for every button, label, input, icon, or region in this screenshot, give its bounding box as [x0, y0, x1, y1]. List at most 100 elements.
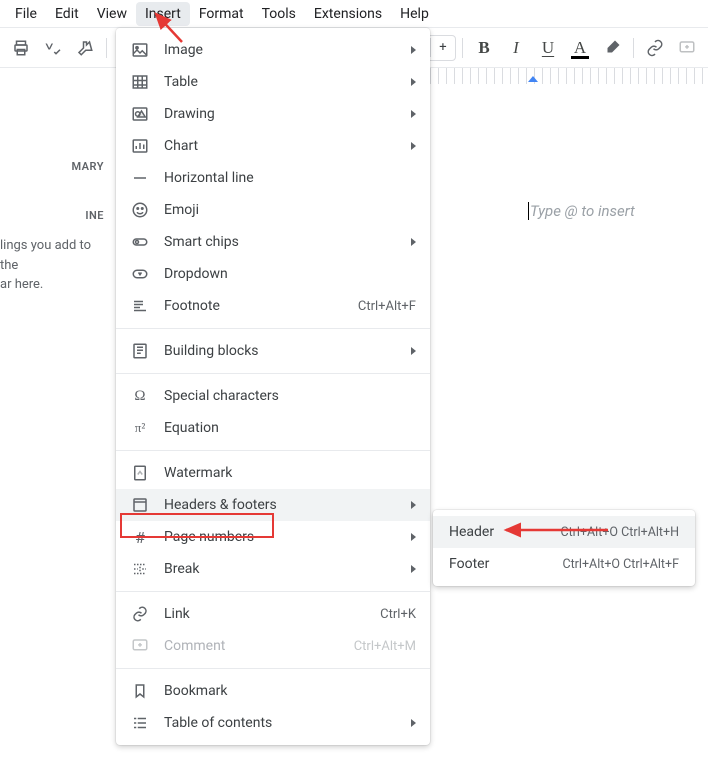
image-icon — [130, 40, 150, 60]
smart-chips-icon — [130, 232, 150, 252]
menu-extensions[interactable]: Extensions — [305, 2, 391, 26]
menu-item-label: Break — [164, 561, 403, 577]
menu-item-label: Watermark — [164, 465, 416, 481]
submenu-label: Header — [449, 524, 560, 540]
menu-item-label: Dropdown — [164, 266, 416, 282]
chevron-right-icon — [411, 238, 416, 246]
menu-item-label: Smart chips — [164, 234, 403, 250]
menu-file[interactable]: File — [6, 2, 46, 26]
menu-item-footnote[interactable]: Footnote Ctrl+Alt+F — [116, 290, 430, 322]
menu-item-dropdown[interactable]: Dropdown — [116, 258, 430, 290]
menu-item-watermark[interactable]: Watermark — [116, 457, 430, 489]
menu-item-label: Footnote — [164, 298, 358, 314]
menu-separator — [116, 373, 430, 374]
text-color-button[interactable]: A — [565, 33, 595, 63]
menu-item-image[interactable]: Image — [116, 34, 430, 66]
submenu-shortcut: Ctrl+Alt+O Ctrl+Alt+H — [560, 525, 679, 540]
menu-item-bookmark[interactable]: Bookmark — [116, 675, 430, 707]
headers-footers-icon — [130, 495, 150, 515]
chevron-right-icon — [411, 347, 416, 355]
menu-item-label: Page numbers — [164, 529, 403, 545]
chevron-right-icon — [411, 78, 416, 86]
chevron-right-icon — [411, 533, 416, 541]
menu-item-break[interactable]: Break — [116, 553, 430, 585]
menu-insert[interactable]: Insert — [136, 2, 190, 26]
menu-item-label: Drawing — [164, 106, 403, 122]
menu-item-label: Table — [164, 74, 403, 90]
summary-heading: MARY — [0, 160, 108, 173]
chevron-right-icon — [411, 501, 416, 509]
page-numbers-icon: # — [130, 527, 150, 547]
outline-heading: INE — [0, 209, 108, 222]
menu-edit[interactable]: Edit — [46, 2, 88, 26]
footnote-icon — [130, 296, 150, 316]
menu-item-label: Special characters — [164, 388, 416, 404]
document-page[interactable]: Type @ to insert — [430, 90, 708, 770]
bold-button[interactable]: B — [469, 33, 499, 63]
menu-item-label: Bookmark — [164, 683, 416, 699]
paint-format-icon[interactable] — [70, 33, 100, 63]
toolbar-separator — [106, 38, 107, 58]
emoji-icon — [130, 200, 150, 220]
chevron-right-icon — [411, 142, 416, 150]
menu-shortcut: Ctrl+Alt+F — [358, 299, 416, 314]
print-icon[interactable] — [6, 33, 36, 63]
chevron-right-icon — [411, 719, 416, 727]
menu-format[interactable]: Format — [190, 2, 253, 26]
menu-item-special-characters[interactable]: Ω Special characters — [116, 380, 430, 412]
equation-icon: π² — [130, 418, 150, 438]
toc-icon — [130, 713, 150, 733]
chevron-right-icon — [411, 110, 416, 118]
highlight-button[interactable] — [597, 33, 627, 63]
menu-shortcut: Ctrl+K — [380, 607, 416, 622]
menu-tools[interactable]: Tools — [253, 2, 305, 26]
submenu-item-header[interactable]: Header Ctrl+Alt+O Ctrl+Alt+H — [433, 516, 695, 548]
font-size-increase[interactable]: + — [431, 40, 455, 55]
menu-item-equation[interactable]: π² Equation — [116, 412, 430, 444]
menu-item-headers-footers[interactable]: Headers & footers — [116, 489, 430, 521]
italic-button[interactable]: I — [501, 33, 531, 63]
drawing-icon — [130, 104, 150, 124]
menu-item-table[interactable]: Table — [116, 66, 430, 98]
chevron-right-icon — [411, 565, 416, 573]
menu-item-label: Horizontal line — [164, 170, 416, 186]
underline-button[interactable]: U — [533, 33, 563, 63]
ruler[interactable] — [430, 68, 708, 84]
chevron-right-icon — [411, 46, 416, 54]
break-icon — [130, 559, 150, 579]
link-icon — [130, 604, 150, 624]
menu-item-table-of-contents[interactable]: Table of contents — [116, 707, 430, 739]
menu-item-horizontal-line[interactable]: Horizontal line — [116, 162, 430, 194]
menu-item-emoji[interactable]: Emoji — [116, 194, 430, 226]
menu-item-link[interactable]: Link Ctrl+K — [116, 598, 430, 630]
menu-help[interactable]: Help — [391, 2, 438, 26]
menu-item-chart[interactable]: Chart — [116, 130, 430, 162]
add-comment-icon[interactable] — [672, 33, 702, 63]
menu-item-drawing[interactable]: Drawing — [116, 98, 430, 130]
watermark-icon — [130, 463, 150, 483]
building-blocks-icon — [130, 341, 150, 361]
outline-pane: MARY INE lings you add to the ar here. — [0, 70, 116, 295]
menu-item-label: Equation — [164, 420, 416, 436]
menu-item-label: Headers & footers — [164, 497, 403, 513]
outline-empty-text: lings you add to the ar here. — [0, 236, 108, 295]
insert-menu-dropdown: Image Table Drawing Chart Horizontal lin… — [116, 28, 430, 745]
insert-link-icon[interactable] — [640, 33, 670, 63]
menu-separator — [116, 328, 430, 329]
menu-item-label: Table of contents — [164, 715, 403, 731]
menu-item-smart-chips[interactable]: Smart chips — [116, 226, 430, 258]
horizontal-line-icon — [130, 168, 150, 188]
submenu-item-footer[interactable]: Footer Ctrl+Alt+O Ctrl+Alt+F — [433, 548, 695, 580]
menu-item-page-numbers[interactable]: # Page numbers — [116, 521, 430, 553]
indent-marker[interactable] — [528, 76, 538, 82]
menu-separator — [116, 450, 430, 451]
menu-item-label: Comment — [164, 638, 354, 654]
comment-icon — [130, 636, 150, 656]
menu-view[interactable]: View — [88, 2, 136, 26]
doc-placeholder: Type @ to insert — [530, 202, 635, 220]
spellcheck-icon[interactable] — [38, 33, 68, 63]
menu-item-label: Building blocks — [164, 343, 403, 359]
menu-item-label: Link — [164, 606, 380, 622]
menu-item-building-blocks[interactable]: Building blocks — [116, 335, 430, 367]
toolbar-separator — [462, 38, 463, 58]
